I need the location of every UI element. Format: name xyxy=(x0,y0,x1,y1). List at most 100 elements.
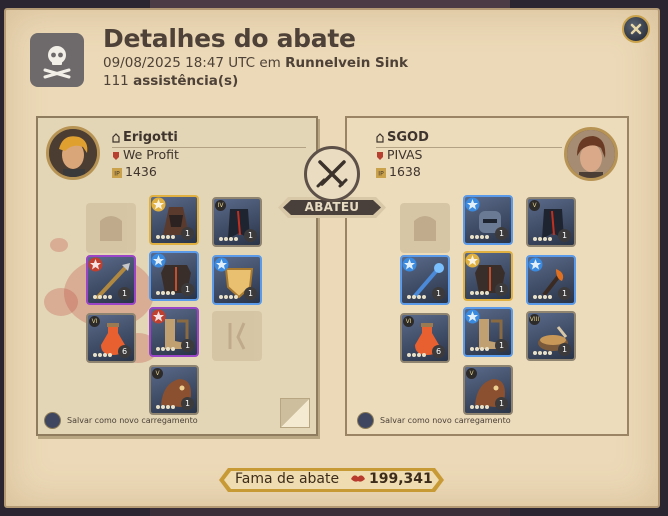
quality-dots xyxy=(156,291,175,295)
victim-slot-cape[interactable]: V1 xyxy=(526,197,576,247)
fame-value: 199,341 xyxy=(369,471,433,487)
item-power-icon: IP xyxy=(112,167,122,178)
save-loadout-icon xyxy=(357,412,374,429)
victim-slot-armor[interactable]: VI1 xyxy=(463,251,513,301)
victim-guild: PIVAS xyxy=(387,147,423,162)
victim-save-label: Salvar como novo carregamento xyxy=(380,416,511,425)
enchant-star-icon xyxy=(465,309,480,324)
victim-slot-shoes[interactable]: V1 xyxy=(463,307,513,357)
victim-name-row: SGOD xyxy=(376,130,429,145)
killer-save-loadout[interactable]: Salvar como novo carregamento xyxy=(44,412,198,429)
quality-dots xyxy=(156,405,175,409)
item-quantity: 1 xyxy=(118,287,131,300)
item-quantity: 1 xyxy=(495,339,508,352)
item-quantity: 1 xyxy=(432,287,445,300)
bag-icon xyxy=(414,216,436,241)
item-quantity: 1 xyxy=(181,339,194,352)
enchant-star-icon xyxy=(465,253,480,268)
killer-slot-bag xyxy=(86,203,136,253)
enchant-star-icon xyxy=(151,253,166,268)
item-quantity: 1 xyxy=(558,343,571,356)
victim-guild-row: PIVAS xyxy=(376,147,422,162)
killer-slot-main-hand[interactable]: VI1 xyxy=(86,255,136,305)
page-title: Detalhes do abate xyxy=(103,24,356,53)
enchant-star-icon xyxy=(151,197,166,212)
quality-dots xyxy=(407,295,426,299)
guild-shield-icon xyxy=(113,151,119,160)
victim-slot-main-hand[interactable]: VI1 xyxy=(400,255,450,305)
victim-item-power: 1638 xyxy=(389,164,421,179)
quality-dots xyxy=(156,347,175,351)
guild-shield-icon xyxy=(377,151,383,160)
item-quantity: 1 xyxy=(244,287,257,300)
item-quantity: 1 xyxy=(495,283,508,296)
quality-dots xyxy=(93,295,112,299)
fame-label: Fama de abate xyxy=(235,471,340,487)
victim-slot-off-hand[interactable]: VI1 xyxy=(526,255,576,305)
enchant-star-icon xyxy=(465,197,480,212)
close-button[interactable] xyxy=(622,15,650,43)
quality-dots xyxy=(470,347,489,351)
quality-dots xyxy=(219,237,238,241)
victim-slot-mount[interactable]: V1 xyxy=(463,365,513,415)
quality-dots xyxy=(470,405,489,409)
svg-text:IP: IP xyxy=(114,170,120,177)
killer-slot-shoes[interactable]: V1 xyxy=(149,307,199,357)
quality-dots xyxy=(156,235,175,239)
victim-ip-row: IP 1638 xyxy=(376,164,421,179)
killer-item-power: 1436 xyxy=(125,164,157,179)
fame-icon xyxy=(351,475,365,482)
killer-slot-armor[interactable]: VI1 xyxy=(149,251,199,301)
killer-name-row: Erigotti xyxy=(112,130,178,145)
tier-badge: V xyxy=(152,368,163,379)
victim-avatar[interactable] xyxy=(564,127,618,181)
killer-avatar[interactable] xyxy=(46,126,100,180)
victim-save-loadout[interactable]: Salvar como novo carregamento xyxy=(357,412,511,429)
save-loadout-icon xyxy=(44,412,61,429)
location-prefix: em xyxy=(259,55,281,71)
item-quantity: 1 xyxy=(181,283,194,296)
enchant-star-icon xyxy=(151,309,166,324)
killer-separator xyxy=(112,147,306,148)
victim-slot-food[interactable]: VIII 1 xyxy=(526,311,576,361)
killer-slot-head[interactable]: VIII1 xyxy=(149,195,199,245)
killer-slot-food xyxy=(212,311,262,361)
skull-crossbones-icon xyxy=(30,33,84,87)
kill-timestamp: 09/08/2025 18:47 UTC xyxy=(103,55,256,71)
enchant-star-icon xyxy=(402,257,417,272)
quality-dots xyxy=(407,353,426,357)
quality-dots xyxy=(470,291,489,295)
crossed-swords-badge xyxy=(304,146,360,202)
tier-badge: V xyxy=(466,368,477,379)
item-quantity: 1 xyxy=(181,227,194,240)
victim-slot-potion[interactable]: VI 6 xyxy=(400,313,450,363)
item-quantity: 1 xyxy=(181,397,194,410)
item-quantity: 1 xyxy=(244,229,257,242)
item-quantity: 1 xyxy=(495,227,508,240)
quality-dots xyxy=(219,295,238,299)
killer-slot-potion[interactable]: VI 6 xyxy=(86,313,136,363)
killer-slot-off-hand[interactable]: V1 xyxy=(212,255,262,305)
bag-icon xyxy=(100,216,122,241)
victim-slot-head[interactable]: VIII1 xyxy=(463,195,513,245)
assist-count: 111 xyxy=(103,73,129,89)
quality-dots xyxy=(470,235,489,239)
quality-dots xyxy=(533,237,552,241)
item-power-icon: IP xyxy=(376,167,386,178)
quality-dots xyxy=(533,295,552,299)
killer-slot-cape[interactable]: IV 1 xyxy=(212,197,262,247)
quality-dots xyxy=(93,353,112,357)
item-quantity: 1 xyxy=(558,287,571,300)
killer-name: Erigotti xyxy=(123,130,178,145)
item-quantity: 1 xyxy=(495,397,508,410)
enchant-star-icon xyxy=(214,257,229,272)
tier-badge: V xyxy=(529,200,540,211)
tier-badge: IV xyxy=(215,200,226,211)
close-icon xyxy=(630,23,642,35)
crown-icon xyxy=(376,132,384,143)
assist-info: 111 assistência(s) xyxy=(103,73,238,89)
killer-slot-mount[interactable]: V1 xyxy=(149,365,199,415)
tier-badge: VI xyxy=(403,316,414,327)
item-quantity: 1 xyxy=(558,229,571,242)
fame-value-row: 199,341 xyxy=(350,471,433,487)
